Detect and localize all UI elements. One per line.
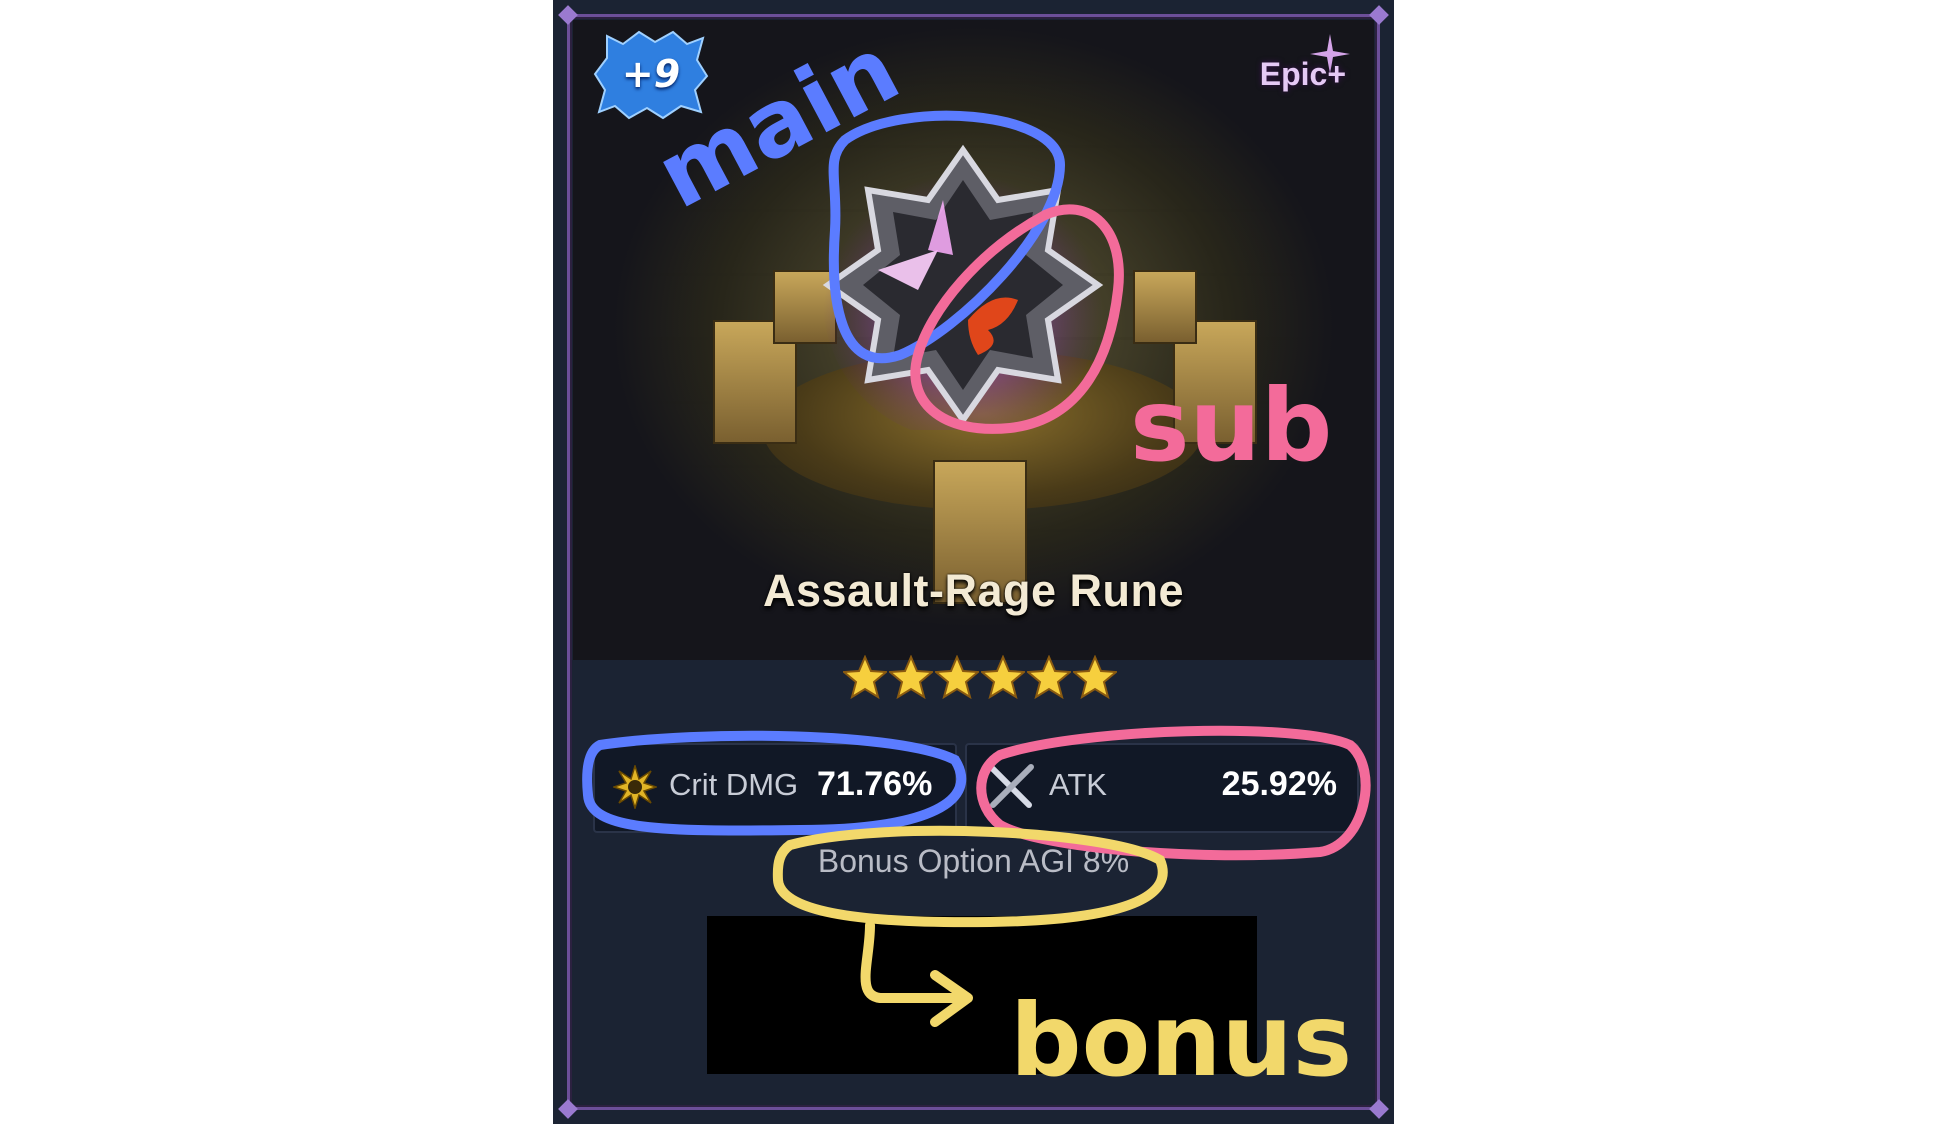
rune-name: Assault-Rage Rune xyxy=(762,565,1185,616)
main-stat-value: 71.76% xyxy=(817,765,933,803)
sub-stat-panel: ATK 25.92% xyxy=(965,743,1359,833)
sub-stat-value: 25.92% xyxy=(1221,765,1337,803)
star-icon xyxy=(1027,655,1071,699)
main-stat-label: Crit DMG xyxy=(669,767,799,802)
burst-icon xyxy=(613,765,657,809)
enhance-level-text: +9 xyxy=(621,52,681,96)
crossed-swords-icon xyxy=(988,764,1034,808)
star-icon xyxy=(1073,655,1117,699)
bonus-option: Bonus Option AGI 8% xyxy=(817,843,1130,879)
star-icon xyxy=(889,655,933,699)
rarity-grade: Epic+ xyxy=(1259,56,1346,92)
star-icon xyxy=(843,655,887,699)
star-icon xyxy=(981,655,1025,699)
rune-card: +9 Epic+ Assault-Rage Rune Crit DMG 71.7… xyxy=(553,0,1394,1124)
rune-icon xyxy=(822,144,1104,430)
enhance-level-badge: +9 xyxy=(593,28,709,120)
sub-stat-label: ATK xyxy=(1049,767,1107,802)
star-icon xyxy=(935,655,979,699)
star-rating xyxy=(843,655,1117,699)
main-stat-panel: Crit DMG 71.76% xyxy=(593,743,957,833)
redaction-block xyxy=(707,916,1257,1074)
